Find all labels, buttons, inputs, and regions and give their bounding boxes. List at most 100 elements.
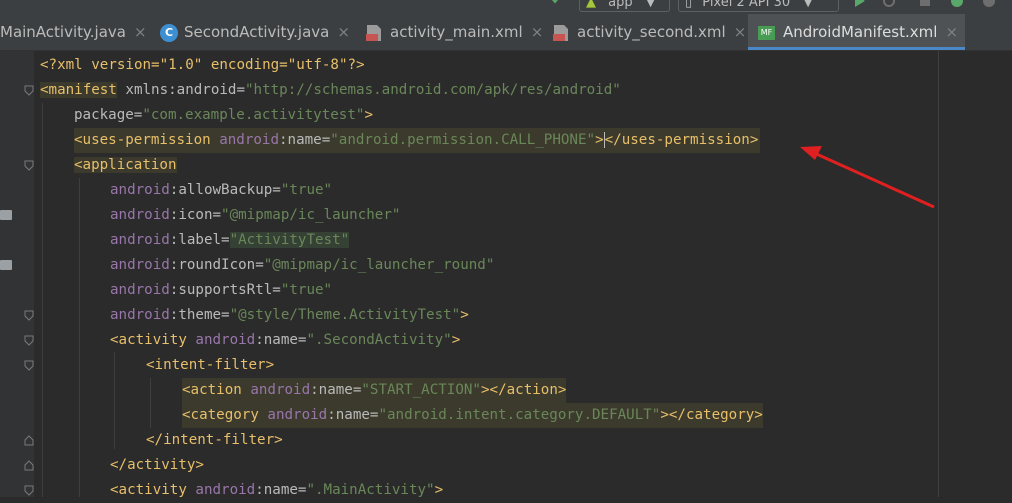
code-line: <manifest xmlns:android="http://schemas.… [40, 78, 621, 103]
attr-name: :theme= [169, 307, 230, 323]
tag-end: > [460, 307, 469, 323]
attr-name: :name= [279, 132, 331, 148]
profile-icon[interactable] [982, 0, 996, 8]
tab-mainactivity-java[interactable]: MainActivity.java × [0, 14, 150, 50]
attr-value: "@mipmap/ic_launcher_round" [263, 257, 495, 273]
namespace: android [110, 257, 170, 273]
namespace: android [110, 207, 170, 223]
apply-code-changes-icon[interactable] [918, 0, 932, 8]
phone-icon: ▯ [685, 0, 693, 10]
code-line-highlighted: <uses-permission android:name="android.p… [74, 128, 761, 153]
fold-icon[interactable] [24, 435, 34, 446]
manifest-icon: MF [758, 25, 775, 40]
close-icon[interactable]: × [734, 23, 747, 41]
attr-value: "START_ACTION" [361, 382, 481, 398]
attr-value: "android.intent.category.DEFAULT" [378, 407, 661, 423]
close-icon[interactable]: × [945, 23, 958, 41]
attr-name: :name= [327, 407, 379, 423]
tag-end: > [434, 482, 444, 498]
fold-icon[interactable] [24, 360, 34, 371]
apply-changes-icon[interactable] [882, 0, 896, 8]
tab-label: activity_second.xml [577, 23, 726, 41]
activity-tag: <activity [110, 482, 196, 498]
sync-arrow-icon[interactable] [548, 0, 562, 8]
attr-name: xmlns:android= [116, 82, 245, 98]
top-toolbar: ▲ app ▼ ▯ Pixel 2 API 30 ▼ [0, 0, 1012, 14]
attr-name: :icon= [169, 207, 222, 223]
image-resource-icon[interactable] [0, 260, 12, 270]
tag-end: > [595, 132, 604, 148]
namespace: android [195, 482, 256, 498]
fold-icon[interactable] [24, 160, 34, 171]
right-margin-guide [938, 51, 939, 497]
tab-activity-main-xml[interactable]: activity_main.xml × [366, 14, 544, 50]
attr-value: "http://schemas.android.com/apk/res/andr… [245, 82, 621, 98]
attr-name: :supportsRtl= [169, 282, 281, 298]
image-resource-icon[interactable] [0, 210, 12, 220]
activity-tag: <activity [110, 332, 196, 348]
chevron-down-icon: ▼ [646, 0, 655, 9]
code-line: </intent-filter> [146, 428, 283, 453]
attr-name: :allowBackup= [169, 182, 281, 198]
run-config-label: app [608, 0, 633, 10]
attr-value: "android.permission.CALL_PHONE" [330, 132, 596, 148]
indent-guide [79, 178, 80, 497]
namespace: android [267, 407, 328, 423]
tab-label: MainActivity.java [0, 23, 126, 41]
code-line: <application [74, 153, 177, 178]
code-line: <activity android:name=".SecondActivity"… [110, 328, 460, 353]
attr-value: ".SecondActivity" [306, 332, 452, 348]
attr-value: "true" [280, 282, 333, 298]
close-icon[interactable]: × [134, 23, 147, 41]
code-line: android:icon="@mipmap/ic_launcher" [110, 203, 400, 228]
tab-label: activity_main.xml [390, 23, 523, 41]
chevron-down-icon: ▼ [804, 0, 812, 9]
editor-tab-bar: MainActivity.java × C SecondActivity.java ×… [0, 14, 1012, 51]
action-tag: <action [182, 382, 251, 398]
tab-label: SecondActivity.java [184, 23, 330, 41]
fold-icon[interactable] [24, 335, 34, 346]
attr-value: "com.example.activitytest" [142, 107, 365, 123]
namespace: android [195, 332, 256, 348]
code-line: <activity android:name=".MainActivity"> [110, 478, 443, 503]
fold-icon[interactable] [24, 85, 34, 96]
close-icon[interactable]: × [337, 23, 350, 41]
code-line-highlighted: <category android:name="android.intent.c… [182, 403, 763, 428]
code-line: android:supportsRtl="true" [110, 278, 332, 303]
device-label: Pixel 2 API 30 [702, 0, 791, 10]
code-line-highlighted: <action android:name="START_ACTION"></ac… [182, 378, 567, 403]
namespace: android [110, 307, 170, 323]
device-dropdown[interactable]: ▯ Pixel 2 API 30 ▼ [678, 0, 839, 12]
attr-value: "@mipmap/ic_launcher" [221, 207, 401, 223]
indent-guide [42, 103, 43, 497]
fold-icon[interactable] [24, 460, 34, 471]
code-line: android:allowBackup="true" [110, 178, 332, 203]
tab-label: AndroidManifest.xml [783, 23, 938, 41]
close-icon[interactable]: × [531, 23, 544, 41]
attr-name: :name= [310, 382, 362, 398]
code-line: <?xml version="1.0" encoding="utf-8"?> [40, 53, 365, 78]
code-line: package="com.example.activitytest"> [74, 103, 373, 128]
tab-secondactivity-java[interactable]: C SecondActivity.java × [160, 14, 352, 50]
indent-guide [114, 352, 115, 449]
attr-value: "@style/Theme.ActivityTest" [229, 307, 461, 323]
xml-declaration: <?xml version="1.0" encoding="utf-8"?> [40, 57, 365, 73]
code-line: </activity> [110, 453, 204, 478]
debug-icon[interactable] [950, 0, 964, 8]
fold-icon[interactable] [24, 485, 34, 496]
application-tag: <application [74, 157, 177, 173]
namespace: android [110, 282, 170, 298]
tab-activity-second-xml[interactable]: activity_second.xml × [553, 14, 746, 50]
attr-name: :roundIcon= [169, 257, 264, 273]
tag-end: ></category> [660, 407, 763, 423]
tag-end: ></action> [480, 382, 567, 398]
run-icon[interactable] [852, 0, 866, 8]
intent-filter-close-tag: </intent-filter> [146, 432, 283, 448]
tag-end: > [364, 107, 373, 123]
android-icon: ▲ [586, 0, 596, 10]
code-line: android:label="ActivityTest" [110, 228, 350, 253]
fold-icon[interactable] [24, 310, 34, 321]
run-config-dropdown[interactable]: ▲ app ▼ [579, 0, 670, 12]
tab-androidmanifest-xml[interactable]: MF AndroidManifest.xml × [748, 14, 965, 50]
code-line: android:theme="@style/Theme.ActivityTest… [110, 303, 469, 328]
